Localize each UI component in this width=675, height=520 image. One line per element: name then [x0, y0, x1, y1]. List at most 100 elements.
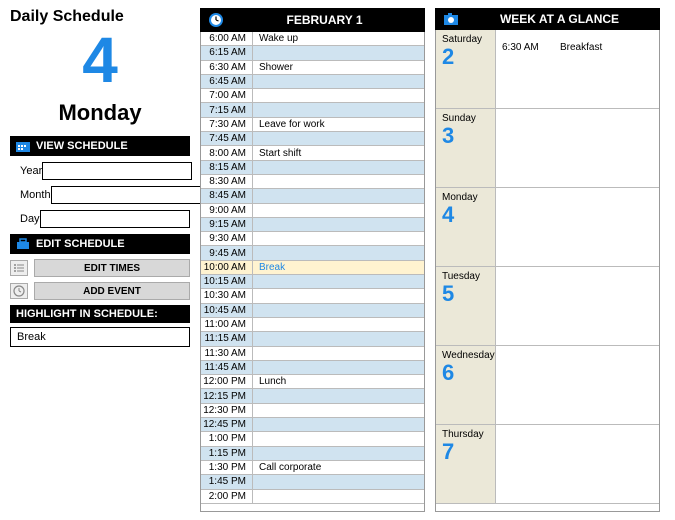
- schedule-row[interactable]: 8:45 AM: [201, 189, 424, 203]
- week-events: [496, 267, 659, 345]
- current-day-name: Monday: [10, 100, 190, 126]
- week-events: [496, 188, 659, 266]
- schedule-time: 7:45 AM: [201, 132, 253, 145]
- schedule-row[interactable]: 7:00 AM: [201, 89, 424, 103]
- week-date-cell: Tuesday5: [436, 267, 496, 345]
- schedule-row[interactable]: 1:30 PMCall corporate: [201, 461, 424, 475]
- schedule-row[interactable]: 11:00 AM: [201, 318, 424, 332]
- schedule-row[interactable]: 10:30 AM: [201, 289, 424, 303]
- schedule-time: 1:45 PM: [201, 475, 253, 488]
- day-schedule-header: FEBRUARY 1: [200, 8, 425, 32]
- week-header-text: WEEK AT A GLANCE: [467, 12, 652, 26]
- schedule-row[interactable]: 6:15 AM: [201, 46, 424, 60]
- schedule-row[interactable]: 9:45 AM: [201, 246, 424, 260]
- schedule-row[interactable]: 8:30 AM: [201, 175, 424, 189]
- day-header-text: FEBRUARY 1: [232, 13, 417, 27]
- schedule-time: 1:30 PM: [201, 461, 253, 474]
- toolbox-icon: [16, 237, 30, 251]
- schedule-time: 11:45 AM: [201, 361, 253, 374]
- clock-face-icon: [208, 12, 224, 28]
- schedule-row[interactable]: 7:45 AM: [201, 132, 424, 146]
- month-input[interactable]: [51, 186, 201, 204]
- schedule-time: 7:15 AM: [201, 103, 253, 116]
- week-row[interactable]: Saturday2 6:30 AMBreakfast: [436, 30, 659, 109]
- schedule-row[interactable]: 12:15 PM: [201, 389, 424, 403]
- schedule-row[interactable]: 9:30 AM: [201, 232, 424, 246]
- schedule-event: Wake up: [253, 33, 424, 44]
- schedule-row[interactable]: 2:00 PM: [201, 490, 424, 504]
- camera-icon: [443, 12, 459, 26]
- week-events: [496, 346, 659, 424]
- schedule-row[interactable]: 1:45 PM: [201, 475, 424, 489]
- schedule-time: 9:15 AM: [201, 218, 253, 231]
- day-input[interactable]: [40, 210, 190, 228]
- schedule-row[interactable]: 10:15 AM: [201, 275, 424, 289]
- day-label: Day: [20, 213, 40, 225]
- schedule-row[interactable]: 1:00 PM: [201, 432, 424, 446]
- schedule-row[interactable]: 12:45 PM: [201, 418, 424, 432]
- week-row[interactable]: Tuesday5: [436, 267, 659, 346]
- week-day-number: 2: [442, 45, 489, 69]
- schedule-list[interactable]: 6:00 AMWake up6:15 AM6:30 AMShower6:45 A…: [200, 32, 425, 512]
- schedule-row[interactable]: 10:00 AMBreak: [201, 261, 424, 275]
- schedule-row[interactable]: 11:15 AM: [201, 332, 424, 346]
- schedule-time: 9:00 AM: [201, 204, 253, 217]
- schedule-row[interactable]: 6:45 AM: [201, 75, 424, 89]
- schedule-time: 10:45 AM: [201, 304, 253, 317]
- schedule-row[interactable]: 6:00 AMWake up: [201, 32, 424, 46]
- schedule-time: 6:30 AM: [201, 61, 253, 74]
- highlight-label: HIGHLIGHT IN SCHEDULE:: [16, 308, 158, 320]
- week-day-number: 6: [442, 361, 489, 385]
- schedule-time: 8:45 AM: [201, 189, 253, 202]
- year-input[interactable]: [42, 162, 192, 180]
- schedule-time: 9:45 AM: [201, 246, 253, 259]
- week-row[interactable]: Monday4: [436, 188, 659, 267]
- schedule-row[interactable]: 12:30 PM: [201, 404, 424, 418]
- schedule-time: 6:00 AM: [201, 32, 253, 45]
- schedule-row[interactable]: 9:00 AM: [201, 204, 424, 218]
- week-date-cell: Wednesday6: [436, 346, 496, 424]
- week-events: [496, 425, 659, 503]
- schedule-row[interactable]: 6:30 AMShower: [201, 61, 424, 75]
- week-row[interactable]: Thursday7: [436, 425, 659, 504]
- edit-times-button[interactable]: EDIT TIMES: [34, 259, 190, 277]
- week-day-number: 4: [442, 203, 489, 227]
- week-date-cell: Sunday3: [436, 109, 496, 187]
- schedule-row[interactable]: 8:00 AMStart shift: [201, 146, 424, 160]
- schedule-row[interactable]: 7:30 AMLeave for work: [201, 118, 424, 132]
- schedule-row[interactable]: 12:00 PMLunch: [201, 375, 424, 389]
- week-date-cell: Monday4: [436, 188, 496, 266]
- schedule-time: 9:30 AM: [201, 232, 253, 245]
- schedule-event: Leave for work: [253, 119, 424, 130]
- week-row[interactable]: Sunday3: [436, 109, 659, 188]
- week-list[interactable]: Saturday26:30 AMBreakfastSunday3Monday4T…: [435, 30, 660, 512]
- schedule-time: 10:15 AM: [201, 275, 253, 288]
- highlight-value[interactable]: Break: [10, 327, 190, 347]
- schedule-time: 10:30 AM: [201, 289, 253, 302]
- clock-icon: [10, 283, 28, 299]
- schedule-time: 1:15 PM: [201, 447, 253, 460]
- edit-schedule-label: EDIT SCHEDULE: [36, 238, 125, 250]
- schedule-row[interactable]: 11:45 AM: [201, 361, 424, 375]
- edit-schedule-header: EDIT SCHEDULE: [10, 234, 190, 254]
- year-label: Year: [20, 165, 42, 177]
- calendar-icon: [16, 139, 30, 153]
- schedule-row[interactable]: 1:15 PM: [201, 447, 424, 461]
- current-day-number: 4: [10, 28, 190, 92]
- schedule-row[interactable]: 11:30 AM: [201, 347, 424, 361]
- week-event: 6:30 AMBreakfast: [502, 42, 653, 53]
- schedule-time: 11:30 AM: [201, 347, 253, 360]
- month-label: Month: [20, 189, 51, 201]
- schedule-row[interactable]: 8:15 AM: [201, 161, 424, 175]
- week-row[interactable]: Wednesday6: [436, 346, 659, 425]
- week-events: 6:30 AMBreakfast: [496, 30, 659, 108]
- week-date-cell: Saturday2: [436, 30, 496, 108]
- schedule-row[interactable]: 7:15 AM: [201, 103, 424, 117]
- add-event-button[interactable]: ADD EVENT: [34, 282, 190, 300]
- week-event-time: 6:30 AM: [502, 42, 550, 53]
- schedule-time: 8:15 AM: [201, 161, 253, 174]
- schedule-row[interactable]: 9:15 AM: [201, 218, 424, 232]
- week-day-number: 5: [442, 282, 489, 306]
- schedule-row[interactable]: 10:45 AM: [201, 304, 424, 318]
- week-date-cell: Thursday7: [436, 425, 496, 503]
